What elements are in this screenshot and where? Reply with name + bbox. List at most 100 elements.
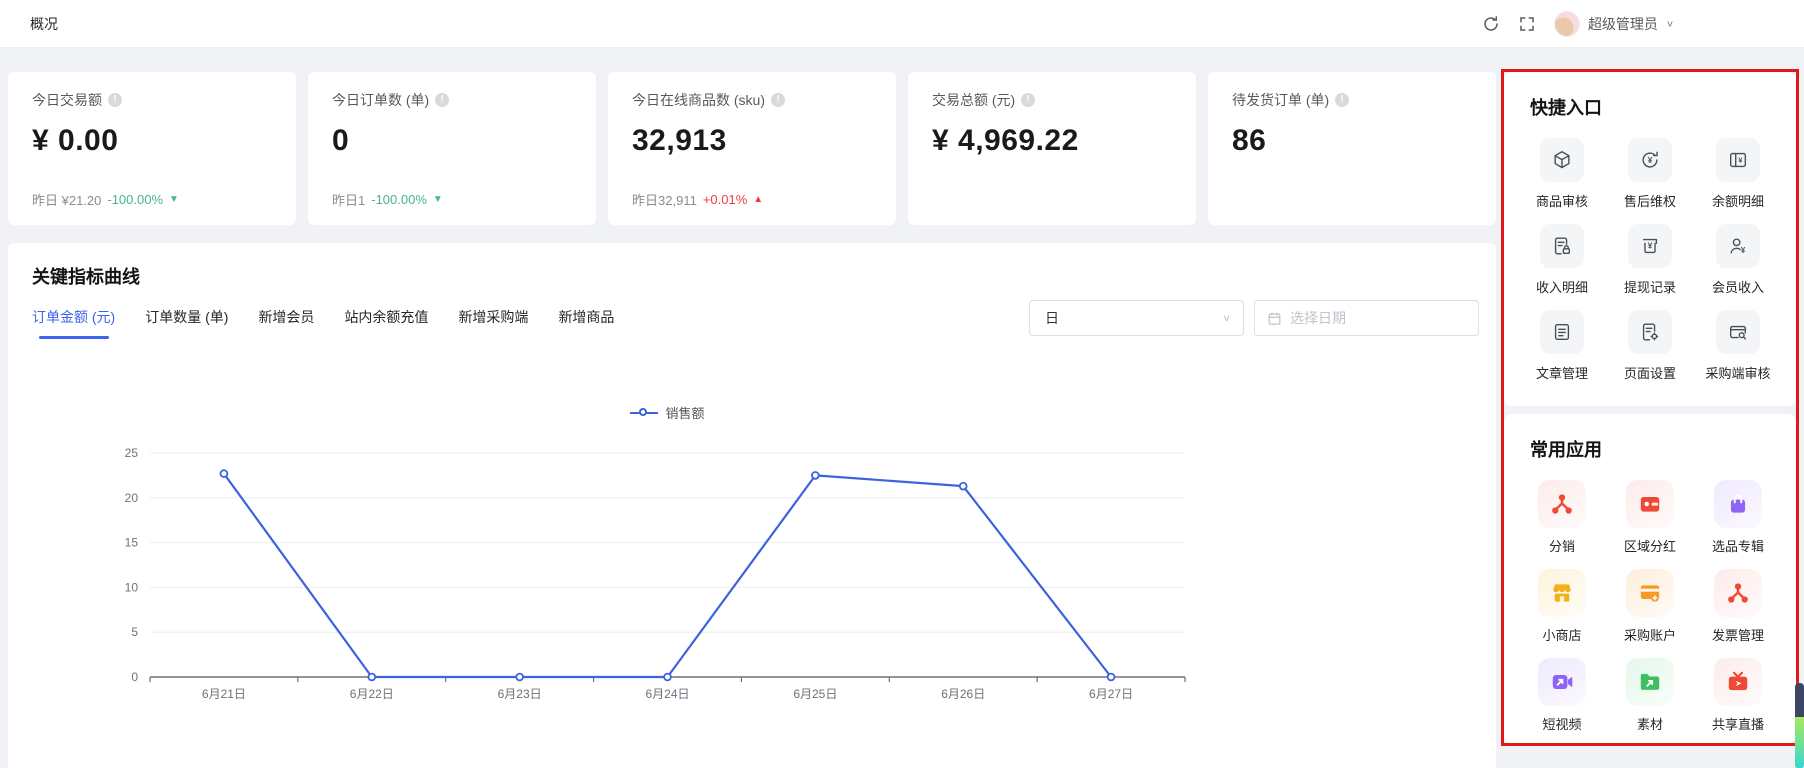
app-item[interactable]: 选品专辑 [1694, 480, 1782, 555]
page-title: 概况 [30, 14, 58, 34]
y-axis-tick-label: 5 [131, 625, 138, 639]
app-label: 区域分红 [1624, 536, 1676, 555]
quick-entry-item[interactable]: ¥ 会员收入 [1694, 224, 1782, 296]
scrollbar-thumb[interactable] [1795, 683, 1804, 717]
legend-line-marker-icon [630, 407, 658, 419]
data-point [368, 674, 375, 681]
stat-card-label: 今日在线商品数 (sku)! [632, 90, 872, 110]
stat-label-text: 今日交易额 [32, 90, 102, 110]
main-column: 今日交易额!¥ 0.00昨日 ¥21.20-100.00%▼今日订单数 (单)!… [8, 72, 1496, 768]
stat-card: 待发货订单 (单)!86 [1208, 72, 1496, 225]
x-axis-tick-label: 6月21日 [202, 687, 246, 701]
info-icon[interactable]: ! [1335, 93, 1349, 107]
chevron-down-icon: ∨ [1222, 312, 1231, 323]
quick-entry-item[interactable]: 采购端审核 [1694, 310, 1782, 382]
page-gear-icon [1628, 310, 1672, 354]
common-apps-grid: 分销 区域分红选品专辑小商店 采购账户发票管理短视频 素材共享直播 [1518, 480, 1782, 733]
material-folder-icon [1626, 658, 1674, 706]
stat-card-footer: 昨日1-100.00%▼ [332, 190, 443, 209]
info-icon[interactable]: ! [108, 93, 122, 107]
quick-entry-label: 采购端审核 [1705, 363, 1770, 382]
triangle-up-icon: ▲ [753, 194, 763, 205]
stat-card-value: ¥ 0.00 [32, 124, 272, 158]
stat-label-text: 今日在线商品数 (sku) [632, 90, 765, 110]
content-area: 今日交易额!¥ 0.00昨日 ¥21.20-100.00%▼今日订单数 (单)!… [0, 48, 1804, 768]
app-item[interactable]: 共享直播 [1694, 658, 1782, 733]
stat-card-value: ¥ 4,969.22 [932, 124, 1172, 158]
app-item[interactable]: 分销 [1518, 480, 1606, 555]
info-icon[interactable]: ! [771, 93, 785, 107]
app-item[interactable]: 采购账户 [1606, 569, 1694, 644]
user-avatar [1554, 11, 1580, 37]
info-icon[interactable]: ! [1021, 93, 1035, 107]
y-axis-tick-label: 20 [125, 491, 139, 505]
live-tv-icon [1714, 658, 1762, 706]
stat-label-text: 待发货订单 (单) [1232, 90, 1329, 110]
quick-entry-label: 提现记录 [1624, 277, 1676, 296]
quick-entry-card: 快捷入口 商品审核¥售后维权¥余额明细收入明细¥提现记录¥会员收入文章管理页面设… [1504, 72, 1796, 406]
chart-tab[interactable]: 新增采购端 [458, 307, 528, 339]
x-axis-tick-label: 6月22日 [350, 687, 394, 701]
x-axis-tick-label: 6月23日 [498, 687, 542, 701]
app-item[interactable]: 小商店 [1518, 569, 1606, 644]
topbar-actions: 超级管理员 ∨ [1482, 11, 1674, 37]
user-menu[interactable]: 超级管理员 ∨ [1554, 11, 1674, 37]
info-icon[interactable]: ! [435, 93, 449, 107]
quick-entry-item[interactable]: 收入明细 [1518, 224, 1606, 296]
cube-icon [1540, 138, 1584, 182]
chart-tab[interactable]: 新增商品 [558, 307, 614, 339]
stat-card-label: 交易总额 (元)! [932, 90, 1172, 110]
chart-tabs: 订单金额 (元) 订单数量 (单) 新增会员站内余额充值新增采购端新增商品 [32, 307, 614, 339]
stat-card: 交易总额 (元)! ¥ 4,969.22 [908, 72, 1196, 225]
quick-entry-label: 收入明细 [1536, 277, 1588, 296]
quick-entry-item[interactable]: 页面设置 [1606, 310, 1694, 382]
app-label: 短视频 [1542, 714, 1581, 733]
data-point [1108, 674, 1115, 681]
app-item[interactable]: 区域分红 [1606, 480, 1694, 555]
fullscreen-icon[interactable] [1518, 15, 1536, 33]
chart-tab[interactable]: 站内余额充值 [344, 307, 428, 339]
quick-entry-item[interactable]: ¥提现记录 [1606, 224, 1694, 296]
quick-entry-item[interactable]: ¥售后维权 [1606, 138, 1694, 210]
yesterday-value: 昨日32,911 [632, 190, 697, 209]
quick-entry-item[interactable]: ¥余额明细 [1694, 138, 1782, 210]
stat-card-label: 今日交易额! [32, 90, 272, 110]
quick-entry-label: 会员收入 [1712, 277, 1764, 296]
chart-tab[interactable]: 订单数量 (单) [145, 307, 228, 339]
app-label: 小商店 [1542, 625, 1581, 644]
article-doc-icon [1540, 310, 1584, 354]
app-item[interactable]: 短视频 [1518, 658, 1606, 733]
common-apps-title: 常用应用 [1530, 436, 1782, 462]
purchase-card-icon [1626, 569, 1674, 617]
chart-tab[interactable]: 订单金额 (元) [32, 307, 115, 339]
app-item[interactable]: 发票管理 [1694, 569, 1782, 644]
period-select[interactable]: 日 ∨ [1029, 300, 1244, 336]
stat-card: 今日订单数 (单)!0昨日1-100.00%▼ [308, 72, 596, 225]
data-point [960, 483, 967, 490]
common-apps-card: 常用应用 分销 区域分红选品专辑小商店 采购账户发票管理短视频 素材共享直播 [1504, 414, 1796, 743]
quick-entry-item[interactable]: 文章管理 [1518, 310, 1606, 382]
quick-entry-item[interactable]: 商品审核 [1518, 138, 1606, 210]
stat-card: 今日在线商品数 (sku)!32,913昨日32,911+0.01%▲ [608, 72, 896, 225]
app-item[interactable]: 素材 [1606, 658, 1694, 733]
triangle-down-icon: ▼ [169, 194, 179, 205]
refresh-icon[interactable] [1482, 15, 1500, 33]
chart-legend: 销售额 [150, 403, 1185, 422]
legend-item-sales[interactable]: 销售额 [630, 403, 704, 422]
date-picker-input[interactable]: 选择日期 [1254, 300, 1479, 336]
app-label: 共享直播 [1712, 714, 1764, 733]
member-income-icon: ¥ [1716, 224, 1760, 268]
shop-icon [1538, 569, 1586, 617]
sales-line-chart: 05101520256月21日6月22日6月23日6月24日6月25日6月26日… [8, 429, 1495, 729]
quick-entry-grid: 商品审核¥售后维权¥余额明细收入明细¥提现记录¥会员收入文章管理页面设置采购端审… [1518, 138, 1782, 382]
refund-cycle-icon: ¥ [1628, 138, 1672, 182]
short-video-icon [1538, 658, 1586, 706]
stat-card: 今日交易额!¥ 0.00昨日 ¥21.20-100.00%▼ [8, 72, 296, 225]
x-axis-tick-label: 6月24日 [645, 687, 689, 701]
app-label: 分销 [1549, 536, 1575, 555]
wallet-icon [1626, 480, 1674, 528]
chart-tab[interactable]: 新增会员 [258, 307, 314, 339]
quick-entry-label: 余额明细 [1712, 191, 1764, 210]
kpi-chart-panel: 关键指标曲线 订单金额 (元)订单数量 (单)新增会员站内余额充值新增采购端新增… [8, 243, 1496, 768]
bag-icon [1714, 480, 1762, 528]
